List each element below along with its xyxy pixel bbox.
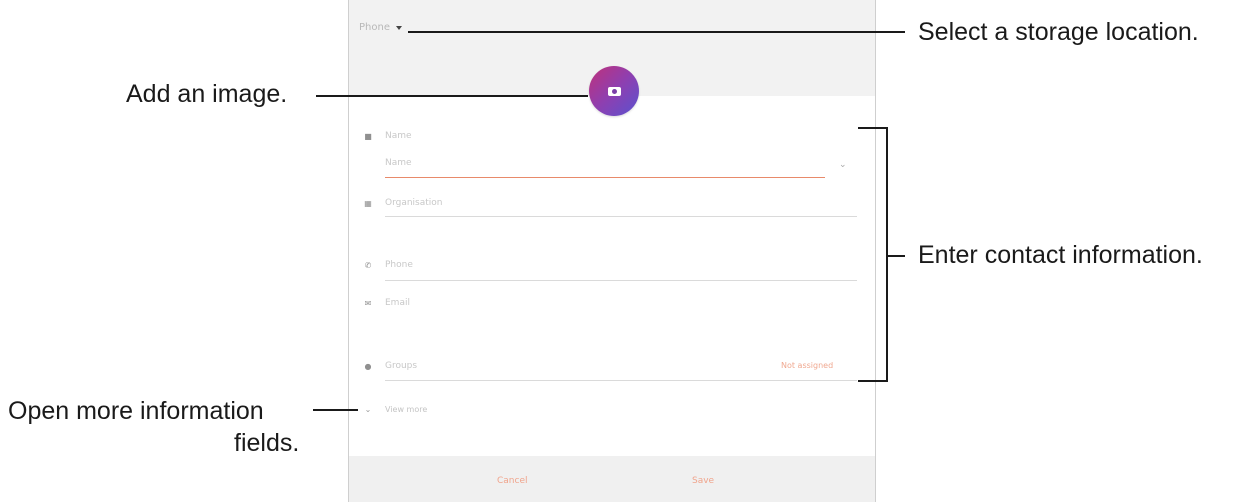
more-callout-line xyxy=(313,409,358,411)
bottom-action-bar: Cancel Save xyxy=(349,456,875,502)
contact-bracket-bottom xyxy=(858,380,888,382)
contact-editor-screen: Phone ■ Name Name ⌄ ▦ Organisation ✆ Pho… xyxy=(348,0,876,502)
name-placeholder: Name xyxy=(385,131,412,141)
organization-field[interactable]: ▦ Organisation xyxy=(361,198,443,208)
phone-underline xyxy=(385,280,857,281)
phone-field[interactable]: ✆ Phone xyxy=(361,260,413,270)
groups-not-assigned-link[interactable]: Not assigned xyxy=(781,361,833,370)
phone-icon: ✆ xyxy=(364,260,372,270)
contact-bracket-top xyxy=(858,127,888,129)
groups-field[interactable]: ● Groups xyxy=(361,361,418,371)
storage-callout-line xyxy=(408,31,905,33)
storage-location-label: Phone xyxy=(359,22,390,33)
cancel-button[interactable]: Cancel xyxy=(497,476,528,486)
view-more-button[interactable]: ⌄ View more xyxy=(361,405,428,414)
more-callout-text-line2: fields. xyxy=(234,429,300,457)
contact-form xyxy=(349,96,875,456)
groups-placeholder: Groups xyxy=(385,361,418,371)
email-placeholder: Email xyxy=(385,298,410,308)
chevron-down-icon: ⌄ xyxy=(364,405,372,414)
organization-placeholder: Organisation xyxy=(385,198,443,208)
storage-callout-text: Select a storage location. xyxy=(918,18,1199,46)
more-callout-text-line1: Open more information xyxy=(8,397,264,425)
name-sub-field[interactable]: Name xyxy=(361,158,412,168)
dropdown-caret-icon xyxy=(395,25,402,30)
image-callout-text: Add an image. xyxy=(126,80,288,108)
group-icon: ● xyxy=(364,361,372,371)
organization-underline xyxy=(385,216,857,217)
save-button[interactable]: Save xyxy=(692,476,714,486)
name-field[interactable]: ■ Name xyxy=(361,131,412,141)
view-more-label: View more xyxy=(385,405,428,414)
phone-placeholder: Phone xyxy=(385,260,413,270)
add-image-button[interactable] xyxy=(589,66,639,116)
image-callout-line xyxy=(316,95,588,97)
groups-underline xyxy=(385,380,857,381)
name-sub-placeholder: Name xyxy=(385,158,412,168)
contact-callout-line xyxy=(888,255,905,257)
camera-icon xyxy=(607,86,621,96)
chevron-down-icon[interactable]: ⌄ xyxy=(839,160,847,170)
name-underline xyxy=(385,177,825,178)
storage-location-selector[interactable]: Phone xyxy=(359,22,402,33)
email-field[interactable]: ✉ Email xyxy=(361,298,410,308)
person-icon: ■ xyxy=(364,131,372,141)
contact-callout-text: Enter contact information. xyxy=(918,241,1203,269)
email-icon: ✉ xyxy=(364,298,372,308)
building-icon: ▦ xyxy=(364,198,372,208)
